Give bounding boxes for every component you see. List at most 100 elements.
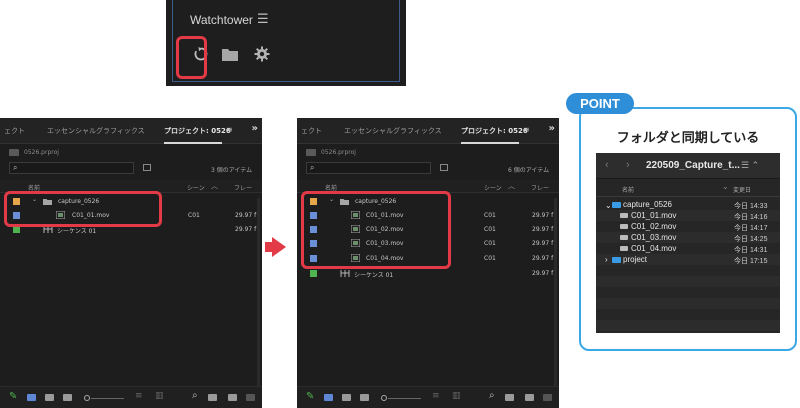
finder-row[interactable]: › project 今日 17:15 bbox=[596, 254, 780, 265]
finder-row[interactable]: ⌄ capture_0526 今日 14:33 bbox=[596, 199, 780, 210]
finder-row[interactable]: C01_01.mov 今日 14:16 bbox=[596, 210, 780, 221]
panel-tabs: ェクト エッセンシャルグラフィックス プロジェクト: 0526 ≡ » bbox=[297, 118, 559, 144]
clip-scene: C01 bbox=[484, 240, 496, 247]
scrollbar[interactable] bbox=[257, 198, 260, 388]
project-panel-before: ェクト エッセンシャルグラフィックス プロジェクト: 0526 ≡ » 0526… bbox=[0, 118, 262, 408]
folder-icon bbox=[612, 202, 621, 208]
list-view-icon[interactable] bbox=[324, 394, 333, 401]
folder-icon[interactable] bbox=[222, 48, 238, 61]
item-count: 3 個のアイテム bbox=[211, 167, 253, 174]
tab-project[interactable]: プロジェクト: 0526 bbox=[164, 126, 231, 136]
new-bin-from-search-icon[interactable] bbox=[440, 164, 448, 171]
tab-project[interactable]: プロジェクト: 0526 bbox=[461, 126, 528, 136]
header-divider bbox=[596, 196, 780, 197]
sort-icon[interactable]: ≡ bbox=[135, 391, 143, 401]
project-file-icon bbox=[306, 149, 316, 156]
icon-view-icon[interactable] bbox=[342, 394, 351, 401]
finder-row[interactable]: C01_03.mov 今日 14:25 bbox=[596, 232, 780, 243]
empty-row bbox=[596, 320, 780, 331]
zoom-slider-handle[interactable] bbox=[84, 395, 90, 401]
sequence-icon bbox=[340, 270, 350, 277]
back-icon[interactable]: ‹ bbox=[605, 159, 609, 171]
panel-menu-icon[interactable]: ≡ bbox=[226, 125, 233, 134]
clip-scene: C01 bbox=[484, 212, 496, 219]
clip-frame-rate: 29.97 f bbox=[532, 240, 554, 247]
finder-row[interactable]: C01_04.mov 今日 14:31 bbox=[596, 243, 780, 254]
col-date-modified[interactable]: 変更日 bbox=[733, 185, 751, 194]
find-icon[interactable]: ⌕ bbox=[192, 390, 198, 401]
sort-chevron-icon: ⌄ bbox=[722, 182, 729, 191]
hamburger-icon[interactable]: ☰ bbox=[257, 12, 269, 27]
finder-item-name: C01_01.mov bbox=[631, 211, 677, 220]
list-view-icon[interactable] bbox=[27, 394, 36, 401]
point-badge: POINT bbox=[566, 93, 634, 114]
finder-item-date: 今日 17:15 bbox=[734, 258, 768, 265]
zoom-slider-handle[interactable] bbox=[381, 395, 387, 401]
point-title: フォルダと同期している bbox=[616, 131, 760, 146]
freeform-view-icon[interactable] bbox=[63, 394, 72, 401]
col-frame-rate[interactable]: フレー bbox=[234, 183, 252, 192]
right-arrow-icon bbox=[272, 237, 286, 257]
pencil-icon[interactable]: ✎ bbox=[9, 391, 17, 402]
overflow-chevron-icon[interactable]: » bbox=[252, 123, 258, 134]
finder-item-name: capture_0526 bbox=[623, 200, 672, 209]
project-file-icon bbox=[9, 149, 19, 156]
tab-essential-graphics[interactable]: エッセンシャルグラフィックス bbox=[47, 126, 145, 136]
active-tab-underline bbox=[164, 142, 222, 144]
disclosure-closed-icon[interactable]: › bbox=[605, 255, 608, 264]
new-bin-icon[interactable] bbox=[208, 394, 217, 401]
panel-footer-toolbar: ✎ ≡ ▥ ⌕ bbox=[297, 386, 559, 408]
disclosure-open-icon[interactable]: ⌄ bbox=[605, 201, 612, 210]
find-icon[interactable]: ⌕ bbox=[489, 390, 495, 401]
new-item-icon[interactable] bbox=[525, 394, 534, 401]
search-input[interactable]: ⌕ bbox=[306, 162, 431, 174]
freeform-view-icon[interactable] bbox=[360, 394, 369, 401]
scrollbar[interactable] bbox=[554, 198, 557, 388]
zoom-slider-track[interactable] bbox=[91, 398, 124, 399]
search-input[interactable]: ⌕ bbox=[9, 162, 134, 174]
new-bin-from-search-icon[interactable] bbox=[143, 164, 151, 171]
empty-row bbox=[596, 276, 780, 287]
finder-toolbar: ‹ › 220509_Capture_t... ☰ ⌃ bbox=[596, 153, 780, 179]
col-name[interactable]: 名前 bbox=[622, 185, 634, 194]
trash-icon[interactable] bbox=[246, 394, 255, 401]
finder-item-name: project bbox=[623, 255, 648, 264]
active-tab-underline bbox=[461, 142, 519, 144]
tab-effects[interactable]: ェクト bbox=[301, 126, 322, 136]
col-scene[interactable]: シーン bbox=[187, 183, 205, 192]
movie-file-icon bbox=[620, 235, 628, 240]
col-frame-rate[interactable]: フレー bbox=[531, 183, 549, 192]
sort-icon[interactable]: ≡ bbox=[432, 391, 440, 401]
clip-frame-rate: 29.97 f bbox=[532, 255, 554, 262]
sort-asc-icon[interactable]: ︿ bbox=[508, 181, 515, 191]
col-scene[interactable]: シーン bbox=[484, 183, 502, 192]
new-bin-icon[interactable] bbox=[505, 394, 514, 401]
after-highlight bbox=[301, 191, 451, 269]
sequence-name: シーケンス 01 bbox=[354, 272, 394, 279]
sort-asc-icon[interactable]: ︿ bbox=[211, 181, 218, 191]
gear-icon[interactable] bbox=[254, 46, 270, 62]
finder-row[interactable]: C01_02.mov 今日 14:17 bbox=[596, 221, 780, 232]
search-icon: ⌕ bbox=[310, 163, 315, 172]
pencil-icon[interactable]: ✎ bbox=[306, 391, 314, 402]
new-item-icon[interactable] bbox=[228, 394, 237, 401]
movie-file-icon bbox=[620, 213, 628, 218]
zoom-slider-track[interactable] bbox=[388, 398, 421, 399]
movie-file-icon bbox=[620, 224, 628, 229]
trash-icon[interactable] bbox=[543, 394, 552, 401]
forward-icon[interactable]: › bbox=[626, 159, 630, 171]
list-view-options-icon[interactable]: ☰ ⌃ bbox=[741, 160, 759, 171]
folder-icon bbox=[612, 257, 621, 263]
project-file-name: 0526.prproj bbox=[321, 149, 356, 156]
label-color-chip bbox=[310, 270, 317, 277]
overflow-chevron-icon[interactable]: » bbox=[549, 123, 555, 134]
icon-view-icon[interactable] bbox=[45, 394, 54, 401]
tab-effects[interactable]: ェクト bbox=[4, 126, 25, 136]
automate-icon[interactable]: ▥ bbox=[452, 391, 461, 401]
automate-icon[interactable]: ▥ bbox=[155, 391, 164, 401]
tab-essential-graphics[interactable]: エッセンシャルグラフィックス bbox=[344, 126, 442, 136]
sequence-name: シーケンス 01 bbox=[57, 228, 97, 235]
panel-menu-icon[interactable]: ≡ bbox=[523, 125, 530, 134]
finder-item-name: C01_02.mov bbox=[631, 222, 677, 231]
project-file-name: 0526.prproj bbox=[24, 149, 59, 156]
